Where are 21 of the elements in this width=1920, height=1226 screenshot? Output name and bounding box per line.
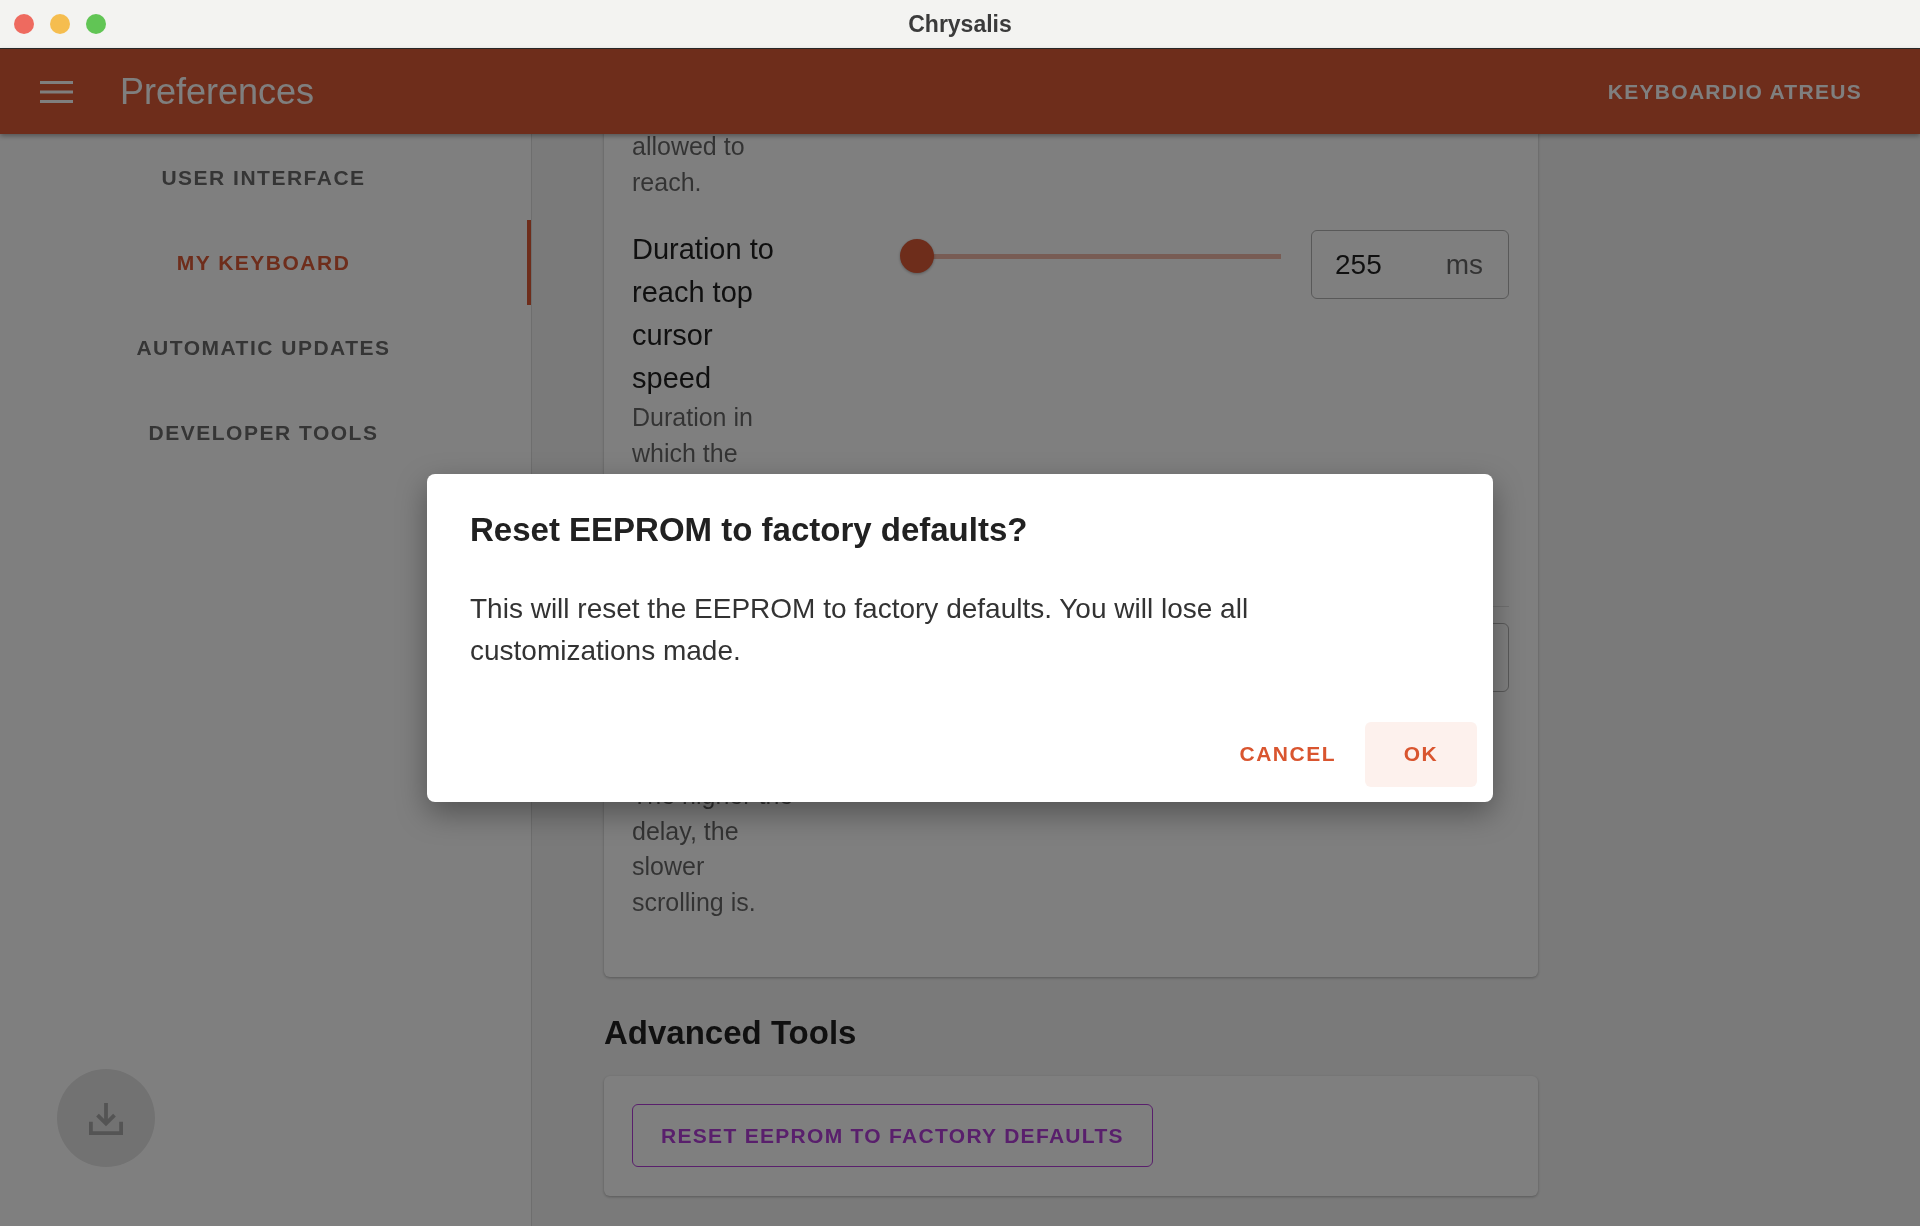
close-button[interactable]	[14, 14, 34, 34]
minimize-button[interactable]	[50, 14, 70, 34]
number-field[interactable]: 255 ms	[1311, 230, 1509, 299]
menu-icon[interactable]	[40, 80, 73, 103]
window-title: Chrysalis	[908, 10, 1012, 38]
slider-thumb[interactable]	[900, 239, 934, 273]
dialog-title: Reset EEPROM to factory defaults?	[470, 509, 1029, 550]
dialog-message: This will reset the EEPROM to factory defaults. You will lose all customizations made.	[470, 591, 1250, 668]
device-name: KEYBOARDIO ATREUS	[1607, 79, 1862, 104]
setting-description: allowed to reach.	[632, 134, 746, 198]
sidebar-tab[interactable]: AUTOMATIC UPDATES	[0, 305, 531, 390]
setting-label: Duration to reach top cursor speed	[632, 232, 775, 396]
section-heading: Advanced Tools	[604, 1013, 858, 1053]
sidebar-tab[interactable]: USER INTERFACE	[0, 135, 531, 220]
maximize-button[interactable]	[86, 14, 106, 34]
dialog-button[interactable]: CANCEL	[1225, 721, 1350, 787]
download-icon	[89, 1101, 123, 1135]
setting-description: Duration in which the	[632, 402, 754, 469]
reset-eeprom-button[interactable]: RESET EEPROM TO FACTORY DEFAULTS	[632, 1104, 1153, 1167]
page-title: Preferences	[120, 70, 315, 113]
dialog-button[interactable]: OK	[1365, 721, 1477, 787]
